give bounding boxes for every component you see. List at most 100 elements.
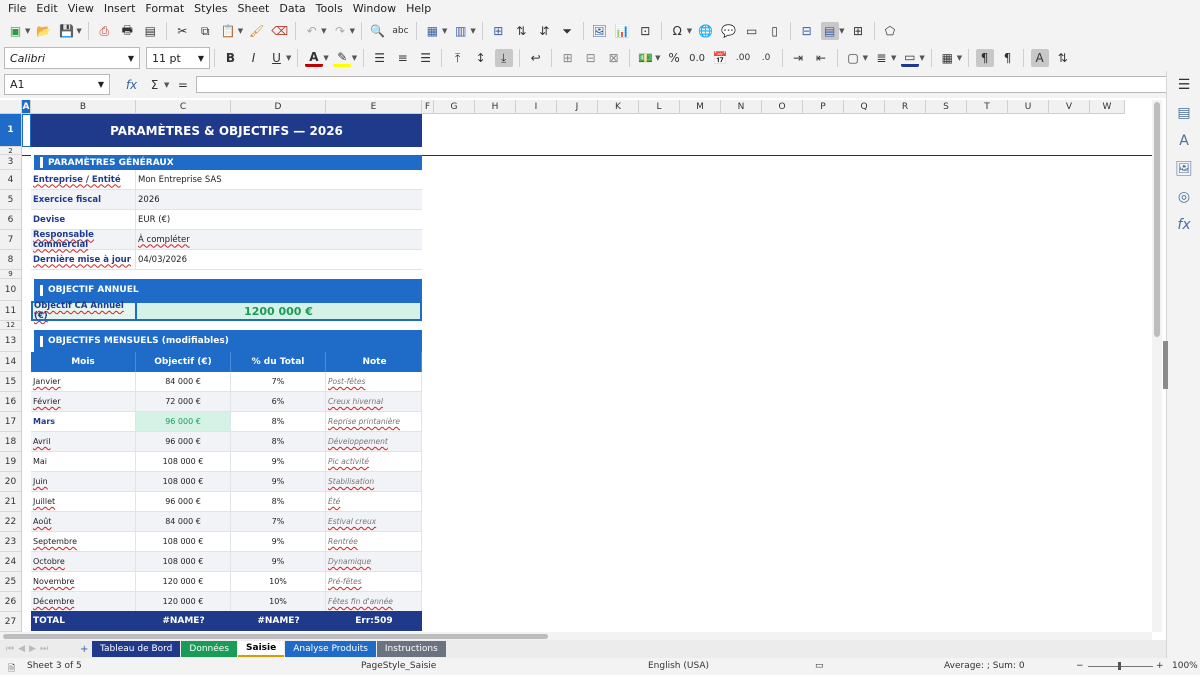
row-header[interactable]: 8 xyxy=(0,250,22,270)
select-all-corner[interactable] xyxy=(0,100,22,114)
row-header[interactable]: 1 xyxy=(0,114,22,147)
tab-saisie[interactable]: Saisie xyxy=(238,641,285,657)
column-header[interactable]: U xyxy=(1008,100,1049,114)
row-header[interactable]: 10 xyxy=(0,279,22,301)
paste-icon[interactable]: 📋 xyxy=(219,22,237,40)
table-row[interactable]: Juillet 96 000 €8% Été xyxy=(31,492,422,512)
delete-decimal-icon[interactable]: .0 xyxy=(757,49,775,67)
row-header[interactable]: 17 xyxy=(0,412,22,432)
gallery-icon[interactable]: 🖼 xyxy=(1167,155,1200,183)
row-header[interactable]: 16 xyxy=(0,392,22,412)
column-header[interactable]: W xyxy=(1090,100,1125,114)
insert-chart-icon[interactable]: 📊 xyxy=(613,22,631,40)
page-title[interactable]: PARAMÈTRES & OBJECTIFS — 2026 xyxy=(31,114,422,147)
menu-data[interactable]: Data xyxy=(274,0,310,17)
border-style-icon[interactable]: ≣ xyxy=(872,49,890,67)
text-direction-ltr-icon[interactable]: ¶ xyxy=(975,49,994,67)
header-note[interactable]: Note xyxy=(326,352,422,372)
section-header-general[interactable]: PARAMÈTRES GÉNÉRAUX xyxy=(31,155,422,170)
clone-formatting-icon[interactable]: 🖌 xyxy=(248,22,266,40)
menu-sheet[interactable]: Sheet xyxy=(233,0,275,17)
row-header[interactable]: 15 xyxy=(0,372,22,392)
freeze-columns-icon[interactable]: ▤ xyxy=(820,22,839,40)
stacked-text-icon[interactable]: ⇅ xyxy=(1054,49,1072,67)
sort-ascending-icon[interactable]: ⇅ xyxy=(512,22,530,40)
annual-target-row[interactable]: Objectif CA Annuel (€) 1200 000 € xyxy=(31,301,422,321)
formula-input[interactable] xyxy=(196,76,1169,93)
column-header[interactable]: A xyxy=(22,100,31,114)
function-wizard-icon[interactable]: fx xyxy=(123,76,141,94)
row-header[interactable]: 7 xyxy=(0,230,22,250)
param-row[interactable]: Exercice fiscal 2026 xyxy=(31,190,422,210)
row-header[interactable]: 11 xyxy=(0,301,22,321)
horizontal-scroll-thumb[interactable] xyxy=(3,634,548,639)
align-right-icon[interactable]: ☰ xyxy=(417,49,435,67)
column-header[interactable]: L xyxy=(639,100,680,114)
conditional-format-icon[interactable]: ▦ xyxy=(938,49,956,67)
export-pdf-icon[interactable]: ⎙ xyxy=(95,22,113,40)
add-decimal-icon[interactable]: .00 xyxy=(734,49,752,67)
align-left-icon[interactable]: ☰ xyxy=(371,49,389,67)
zoom-level[interactable]: 100% xyxy=(1172,661,1198,671)
cell-grid[interactable]: PARAMÈTRES & OBJECTIFS — 2026 PARAMÈTRES… xyxy=(22,114,1152,632)
bold-button[interactable]: B xyxy=(222,49,240,67)
row-header[interactable]: 23 xyxy=(0,532,22,552)
save-icon[interactable]: 💾 xyxy=(58,22,76,40)
column-header[interactable]: D xyxy=(231,100,326,114)
font-color-icon[interactable]: A xyxy=(304,49,323,67)
italic-button[interactable]: I xyxy=(245,49,263,67)
column-header[interactable]: F xyxy=(422,100,434,114)
param-row[interactable]: Devise EUR (€) xyxy=(31,210,422,230)
menu-view[interactable]: View xyxy=(63,0,99,17)
selection-summary[interactable]: Average: ; Sum: 0 xyxy=(944,661,1025,671)
row-header[interactable]: 20 xyxy=(0,472,22,492)
add-sheet-icon[interactable]: + xyxy=(80,644,92,655)
tab-analyse-produits[interactable]: Analyse Produits xyxy=(285,641,376,657)
highlight-color-icon[interactable]: ✎ xyxy=(333,49,352,67)
align-top-icon[interactable]: ⤒ xyxy=(449,49,467,67)
zoom-out-icon[interactable]: − xyxy=(1076,661,1084,671)
comment-icon[interactable]: 💬 xyxy=(720,22,738,40)
language[interactable]: English (USA) xyxy=(648,661,709,671)
table-row[interactable]: Septembre 108 000 €9% Rentrée xyxy=(31,532,422,552)
menu-help[interactable]: Help xyxy=(401,0,436,17)
column-header[interactable]: R xyxy=(885,100,926,114)
column-icon[interactable]: ▥ xyxy=(452,22,470,40)
column-header[interactable]: P xyxy=(803,100,844,114)
total-row[interactable]: TOTAL #NAME? #NAME? Err:509 xyxy=(31,611,422,631)
header-mois[interactable]: Mois xyxy=(31,352,136,372)
vertical-text-icon[interactable]: A xyxy=(1030,49,1049,67)
functions-icon[interactable]: fx xyxy=(1167,211,1200,239)
print-icon[interactable]: 🖶 xyxy=(118,22,136,40)
table-row[interactable]: Juin 108 000 €9% Stabilisation xyxy=(31,472,422,492)
vertical-scroll-thumb[interactable] xyxy=(1154,102,1160,337)
date-format-icon[interactable]: 📅 xyxy=(711,49,729,67)
autofilter-icon[interactable]: ⏷ xyxy=(558,22,576,40)
navigator-icon[interactable]: ◎ xyxy=(1167,183,1200,211)
prev-sheet-icon[interactable]: ◀ xyxy=(18,644,25,654)
column-header[interactable]: I xyxy=(516,100,557,114)
text-direction-rtl-icon[interactable]: ¶ xyxy=(999,49,1017,67)
font-size-combo[interactable]: 11 pt ▼ xyxy=(146,47,210,69)
new-document-icon[interactable]: ▣ xyxy=(7,22,25,40)
cut-icon[interactable]: ✂ xyxy=(173,22,191,40)
freeze-rows-icon[interactable]: ⊟ xyxy=(798,22,816,40)
row-header[interactable]: 6 xyxy=(0,210,22,230)
section-header-monthly[interactable]: OBJECTIFS MENSUELS (modifiables) xyxy=(31,330,422,352)
menu-window[interactable]: Window xyxy=(348,0,401,17)
vertical-scrollbar[interactable] xyxy=(1152,100,1162,632)
table-row[interactable]: Décembre 120 000 €10% Fêtes fin d'année xyxy=(31,592,422,612)
border-color-icon[interactable]: ▭ xyxy=(900,49,919,67)
table-row[interactable]: Août 84 000 €7% Estival creux xyxy=(31,512,422,532)
menu-edit[interactable]: Edit xyxy=(31,0,62,17)
tab-tableau-de-bord[interactable]: Tableau de Bord xyxy=(92,641,181,657)
table-row[interactable]: Novembre 120 000 €10% Pré-fêtes xyxy=(31,572,422,592)
menu-icon[interactable]: ☰ xyxy=(1167,71,1200,99)
column-header[interactable]: O xyxy=(762,100,803,114)
column-header[interactable]: T xyxy=(967,100,1008,114)
row-header[interactable]: 21 xyxy=(0,492,22,512)
row-header[interactable]: 3 xyxy=(0,155,22,170)
horizontal-scrollbar[interactable] xyxy=(0,632,1152,640)
sum-icon[interactable]: Σ xyxy=(146,76,164,94)
insert-pivot-icon[interactable]: ⊡ xyxy=(636,22,654,40)
